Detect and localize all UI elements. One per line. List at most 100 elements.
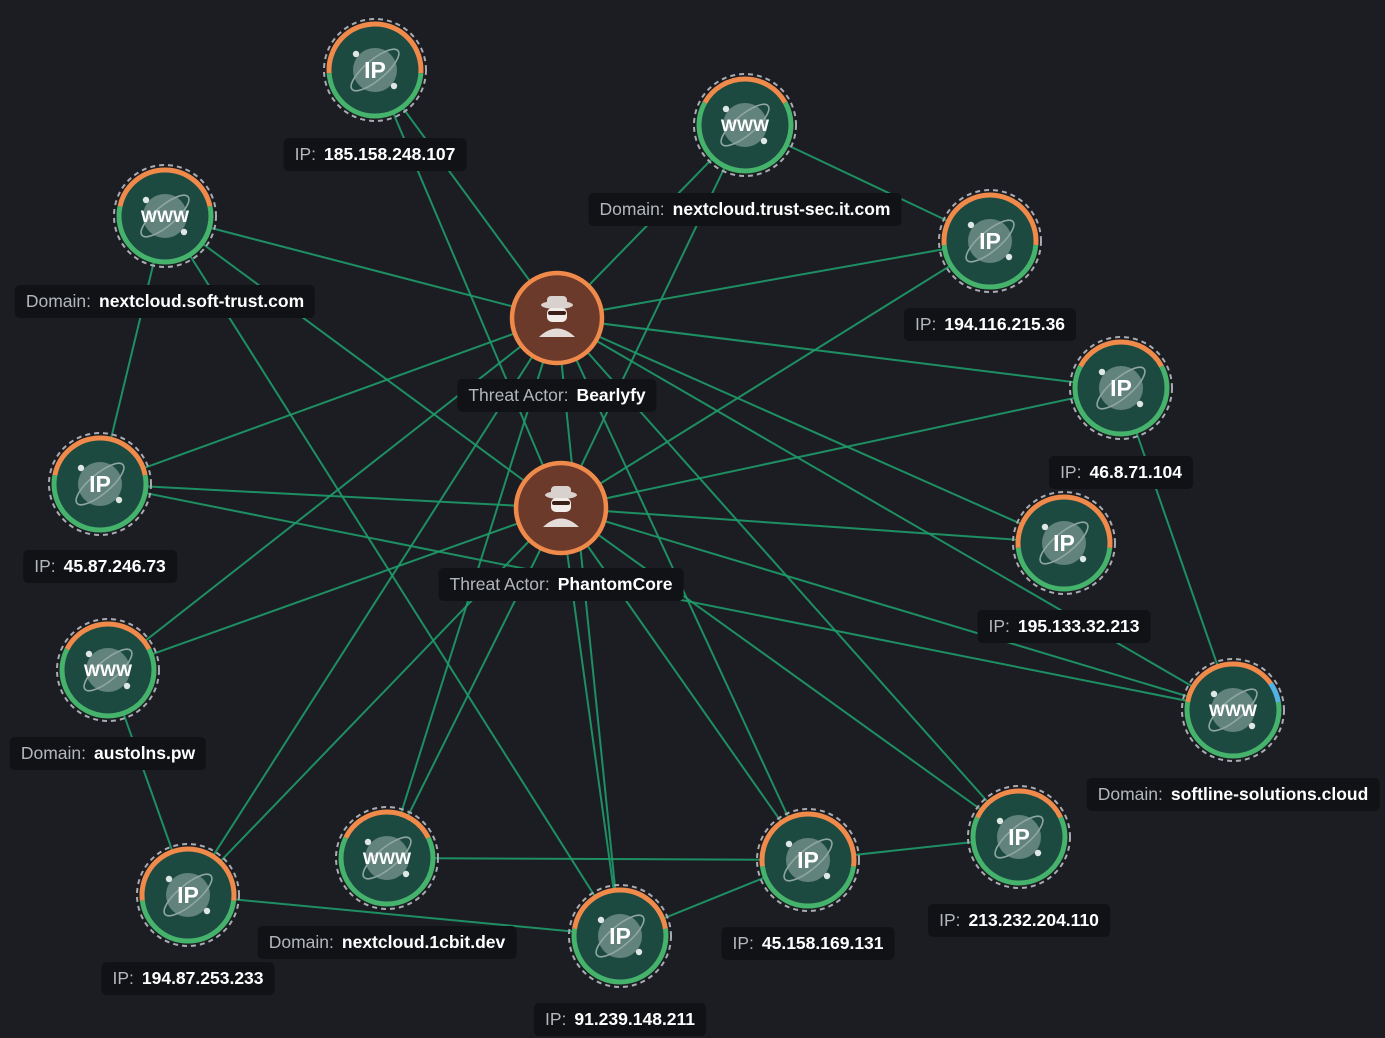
node-label-ip213[interactable]: IP: 213.232.204.110	[928, 904, 1110, 937]
node-ip46[interactable]: IP	[1067, 334, 1175, 442]
edge-phantomcore-ip45_87	[99, 483, 562, 509]
node-label-value: softline-solutions.cloud	[1170, 784, 1369, 804]
node-glyph: WWW	[84, 661, 133, 680]
node-label-value: austolns.pw	[94, 743, 196, 763]
node-label-dom_trustsec[interactable]: Domain: nextcloud.trust-sec.it.com	[588, 193, 902, 226]
ip-globe-icon: IP	[568, 884, 672, 988]
node-ip195[interactable]: IP	[1010, 489, 1118, 597]
node-label-value: Bearlyfy	[576, 385, 646, 405]
node-ip194_87[interactable]: IP	[134, 841, 242, 949]
node-ip213[interactable]: IP	[965, 783, 1073, 891]
node-dom_austolns[interactable]: WWW	[54, 616, 162, 724]
ip-globe-icon: IP	[136, 843, 240, 947]
ip-globe-icon: IP	[1069, 336, 1173, 440]
node-label-bearlyfy[interactable]: Threat Actor: Bearlyfy	[457, 379, 657, 412]
www-globe-icon: WWW	[56, 618, 160, 722]
node-label-dom_softline[interactable]: Domain: softline-solutions.cloud	[1086, 778, 1380, 811]
node-glyph: IP	[364, 57, 386, 83]
www-globe-icon: WWW	[1181, 658, 1285, 762]
node-glyph: IP	[89, 471, 111, 497]
node-label-prefix: Threat Actor:	[449, 574, 550, 594]
node-label-value: 45.87.246.73	[63, 556, 166, 576]
node-glyph: IP	[1008, 824, 1030, 850]
edge-phantomcore-dom_softline	[560, 507, 1234, 711]
edge-dom_1cbit-ip45_158	[386, 857, 809, 861]
node-label-prefix: IP:	[1060, 462, 1082, 482]
node-label-prefix: Domain:	[599, 199, 665, 219]
relationship-graph[interactable]: Threat Actor: Bearlyfy Threat Actor: Phanto…	[0, 0, 1385, 1038]
ip-globe-icon: IP	[756, 808, 860, 912]
ip-globe-icon: IP	[323, 18, 427, 122]
node-ip194_116[interactable]: IP	[936, 187, 1044, 295]
node-label-ip194_116[interactable]: IP: 194.116.215.36	[903, 308, 1077, 341]
node-label-dom_softtrust[interactable]: Domain: nextcloud.soft-trust.com	[14, 285, 316, 318]
ip-globe-icon: IP	[967, 785, 1071, 889]
node-label-prefix: IP:	[732, 933, 754, 953]
node-label-prefix: Domain:	[25, 291, 92, 311]
node-glyph: WWW	[141, 207, 190, 226]
node-label-value: nextcloud.1cbit.dev	[341, 932, 506, 952]
node-label-value: nextcloud.soft-trust.com	[99, 291, 305, 311]
node-dom_trustsec[interactable]: WWW	[691, 71, 799, 179]
node-glyph: IP	[609, 923, 631, 949]
node-glyph: IP	[797, 847, 819, 873]
node-glyph: WWW	[1209, 701, 1258, 720]
node-glyph: IP	[1110, 375, 1132, 401]
node-dom_softtrust[interactable]: WWW	[111, 162, 219, 270]
www-globe-icon: WWW	[335, 806, 439, 910]
edge-phantomcore-ip213	[560, 507, 1020, 838]
node-phantomcore[interactable]	[509, 456, 613, 560]
node-label-dom_1cbit[interactable]: Domain: nextcloud.1cbit.dev	[257, 926, 517, 959]
edge-bearlyfy-dom_austolns	[107, 317, 558, 671]
node-label-prefix: Domain:	[20, 743, 87, 763]
node-glyph: WWW	[721, 116, 770, 135]
node-label-value: 91.239.148.211	[574, 1009, 696, 1029]
ip-globe-icon: IP	[938, 189, 1042, 293]
node-label-value: 45.158.169.131	[761, 933, 884, 953]
node-label-prefix: IP:	[939, 910, 961, 930]
node-glyph: IP	[177, 882, 199, 908]
node-label-dom_austolns[interactable]: Domain: austolns.pw	[9, 737, 207, 770]
node-label-phantomcore[interactable]: Threat Actor: PhantomCore	[438, 568, 684, 601]
node-label-ip185[interactable]: IP: 185.158.248.107	[283, 138, 467, 171]
node-label-prefix: IP:	[112, 968, 134, 988]
node-label-ip194_87[interactable]: IP: 194.87.253.233	[101, 962, 275, 995]
node-label-value: 213.232.204.110	[968, 910, 1099, 930]
ip-globe-icon: IP	[1012, 491, 1116, 595]
node-ip45_158[interactable]: IP	[754, 806, 862, 914]
node-label-ip195[interactable]: IP: 195.133.32.213	[977, 610, 1151, 643]
www-globe-icon: WWW	[693, 73, 797, 177]
node-label-prefix: IP:	[294, 144, 317, 164]
node-bearlyfy[interactable]	[505, 266, 609, 370]
node-label-prefix: IP:	[914, 314, 937, 334]
node-glyph: IP	[979, 228, 1001, 254]
node-label-prefix: Domain:	[268, 932, 334, 952]
ip-globe-icon: IP	[48, 432, 152, 536]
node-ip91[interactable]: IP	[566, 882, 674, 990]
hacker-icon	[509, 270, 605, 366]
node-label-value: 185.158.248.107	[324, 144, 456, 164]
node-glyph: IP	[1053, 530, 1075, 556]
node-label-ip45_87[interactable]: IP: 45.87.246.73	[23, 550, 177, 583]
edge-phantomcore-ip195	[560, 507, 1065, 544]
node-label-prefix: IP:	[34, 556, 56, 576]
node-dom_softline[interactable]: WWW	[1179, 656, 1287, 764]
node-label-prefix: Domain:	[1097, 784, 1163, 804]
www-globe-icon: WWW	[113, 164, 217, 268]
node-label-ip91[interactable]: IP: 91.239.148.211	[533, 1003, 707, 1036]
node-dom_1cbit[interactable]: WWW	[333, 804, 441, 912]
node-glyph: WWW	[363, 849, 412, 868]
node-ip185[interactable]: IP	[321, 16, 429, 124]
node-label-prefix: IP:	[544, 1009, 567, 1029]
node-label-ip45_158[interactable]: IP: 45.158.169.131	[721, 927, 895, 960]
node-label-value: 194.116.215.36	[944, 314, 1066, 334]
node-label-prefix: IP:	[988, 616, 1010, 636]
node-label-prefix: Threat Actor:	[468, 385, 569, 405]
node-label-value: 195.133.32.213	[1017, 616, 1140, 636]
node-label-value: 194.87.253.233	[141, 968, 264, 988]
hacker-icon	[513, 460, 609, 556]
node-label-ip46[interactable]: IP: 46.8.71.104	[1049, 456, 1193, 489]
node-label-value: nextcloud.trust-sec.it.com	[672, 199, 891, 219]
node-label-value: PhantomCore	[557, 574, 673, 594]
node-ip45_87[interactable]: IP	[46, 430, 154, 538]
